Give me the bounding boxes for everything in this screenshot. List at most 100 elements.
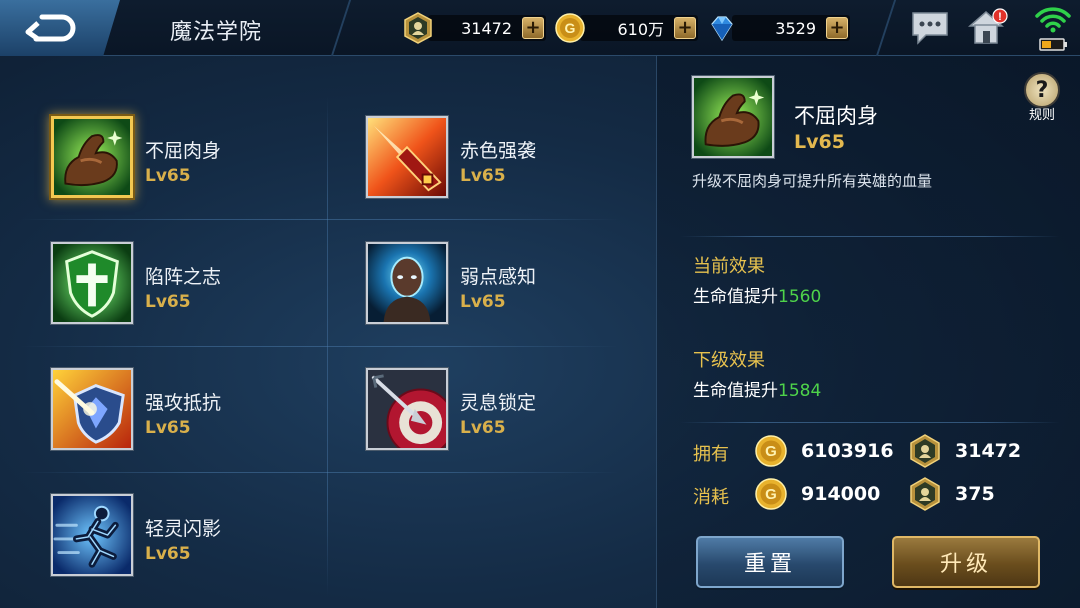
skill-icon-frame — [51, 494, 133, 576]
skill-card-unyielding-body[interactable]: 不屈肉身 Lv65 — [51, 116, 351, 206]
battery-icon — [1039, 38, 1067, 51]
skill-level: Lv65 — [460, 292, 506, 312]
skill-card-spirit-lock[interactable]: 灵息锁定 Lv65 — [366, 368, 666, 458]
skill-card-crimson-assault[interactable]: 赤色强袭 Lv65 — [366, 116, 666, 206]
gold-coin-icon: G — [554, 12, 586, 44]
muscle-arm-icon — [694, 78, 772, 156]
skill-level: Lv65 — [145, 544, 191, 564]
svg-text:G: G — [765, 443, 777, 460]
skill-card-assault-resistance[interactable]: 强攻抵抗 Lv65 — [51, 368, 351, 458]
skill-name: 陷阵之志 — [145, 266, 222, 288]
skill-card-vanguard-will[interactable]: 陷阵之志 Lv65 — [51, 242, 351, 332]
cost-token-value: 375 — [955, 483, 995, 505]
grid-divider — [20, 219, 620, 220]
skill-name: 灵息锁定 — [460, 392, 537, 414]
svg-text:G: G — [765, 486, 777, 503]
skill-icon-frame — [366, 116, 448, 198]
selected-skill-description: 升级不屈肉身可提升所有英雄的血量 — [692, 172, 933, 190]
resource-gold: G 610万 + — [554, 13, 698, 43]
add-hero-token-button[interactable]: + — [522, 17, 544, 39]
back-button[interactable] — [0, 0, 120, 56]
hero-token-count: 31472 + — [428, 15, 546, 41]
next-effect-title: 下级效果 — [693, 350, 765, 371]
skill-card-weakness-sense[interactable]: 弱点感知 Lv65 — [366, 242, 666, 332]
hero-token-value: 31472 — [461, 18, 512, 38]
add-gold-button[interactable]: + — [674, 17, 696, 39]
cost-label: 消耗 — [693, 487, 729, 508]
skill-name: 强攻抵抗 — [145, 392, 222, 414]
skill-icon-frame — [51, 368, 133, 450]
panel-divider — [680, 236, 1060, 237]
skill-level: Lv65 — [145, 418, 191, 438]
upgrade-button[interactable]: 升级 — [892, 536, 1040, 588]
skill-level: Lv65 — [460, 418, 506, 438]
status-indicators — [1030, 4, 1076, 52]
question-mark-icon: ? — [1024, 72, 1060, 108]
grid-divider — [20, 472, 620, 473]
current-effect-title: 当前效果 — [693, 256, 765, 277]
selected-skill-icon-frame — [692, 76, 774, 158]
back-arrow-icon — [25, 14, 76, 42]
selected-skill-name: 不屈肉身 — [794, 104, 878, 128]
wifi-icon — [1035, 7, 1071, 51]
target-arrow-icon — [368, 370, 446, 448]
hero-token-icon — [402, 12, 434, 44]
rules-button[interactable]: ? 规则 — [1020, 72, 1064, 124]
skill-level: Lv65 — [145, 166, 191, 186]
skill-icon-frame — [366, 242, 448, 324]
add-diamond-button[interactable]: + — [826, 17, 848, 39]
chat-bubble-icon — [912, 12, 948, 45]
rules-label: 规则 — [1028, 108, 1055, 123]
header-divider-right — [875, 0, 897, 56]
gold-count: 610万 + — [580, 15, 698, 41]
current-effect-line: 生命值提升1560 — [693, 282, 821, 307]
skill-icon-frame — [51, 116, 133, 198]
hero-token-icon — [910, 477, 940, 511]
diamond-icon — [706, 12, 738, 44]
owned-gold-value: 6103916 — [801, 440, 894, 462]
skill-level: Lv65 — [145, 292, 191, 312]
chat-button[interactable] — [910, 10, 950, 46]
page-title: 魔法学院 — [170, 20, 263, 45]
skill-name: 弱点感知 — [460, 266, 537, 288]
selected-skill-level: Lv65 — [794, 131, 845, 153]
panel-divider — [680, 422, 1060, 423]
next-effect-line: 生命值提升1584 — [693, 376, 821, 401]
next-effect-value: 1584 — [778, 381, 822, 401]
muscle-arm-icon — [54, 119, 130, 195]
skill-icon-frame — [366, 368, 448, 450]
skill-name: 轻灵闪影 — [145, 518, 222, 540]
owned-label: 拥有 — [693, 444, 729, 465]
next-effect-text: 生命值提升 — [693, 381, 778, 401]
reset-button[interactable]: 重置 — [696, 536, 844, 588]
skill-name: 不屈肉身 — [145, 140, 222, 162]
diamond-count: 3529 + — [732, 15, 850, 41]
running-man-icon — [53, 496, 131, 574]
skill-name: 赤色强袭 — [460, 140, 537, 162]
skill-level: Lv65 — [460, 166, 506, 186]
diamond-value: 3529 — [775, 18, 816, 38]
resource-diamond: 3529 + — [706, 13, 850, 43]
header-divider — [330, 0, 352, 56]
red-blade-icon — [368, 118, 446, 196]
hero-token-icon — [910, 434, 940, 468]
svg-text:G: G — [565, 20, 576, 36]
top-bar: 魔法学院 31472 + G 610万 + 3529 + ! — [0, 0, 1080, 56]
home-icon: ! — [968, 8, 1008, 44]
skill-card-swift-shadow[interactable]: 轻灵闪影 Lv65 — [51, 494, 351, 584]
skill-icon-frame — [51, 242, 133, 324]
current-effect-value: 1560 — [778, 287, 822, 307]
fire-shield-icon — [53, 370, 131, 448]
gold-value: 610万 — [617, 20, 664, 39]
current-effect-text: 生命值提升 — [693, 287, 778, 307]
gold-coin-icon: G — [755, 478, 787, 510]
gold-coin-icon: G — [755, 435, 787, 467]
owned-token-value: 31472 — [955, 440, 1022, 462]
grid-divider — [20, 346, 620, 347]
svg-text:!: ! — [998, 11, 1002, 23]
cost-gold-value: 914000 — [801, 483, 881, 505]
home-button[interactable]: ! — [966, 6, 1010, 46]
glowing-head-icon — [368, 244, 446, 322]
resource-hero-token: 31472 + — [402, 12, 546, 44]
cross-shield-icon — [53, 244, 131, 322]
